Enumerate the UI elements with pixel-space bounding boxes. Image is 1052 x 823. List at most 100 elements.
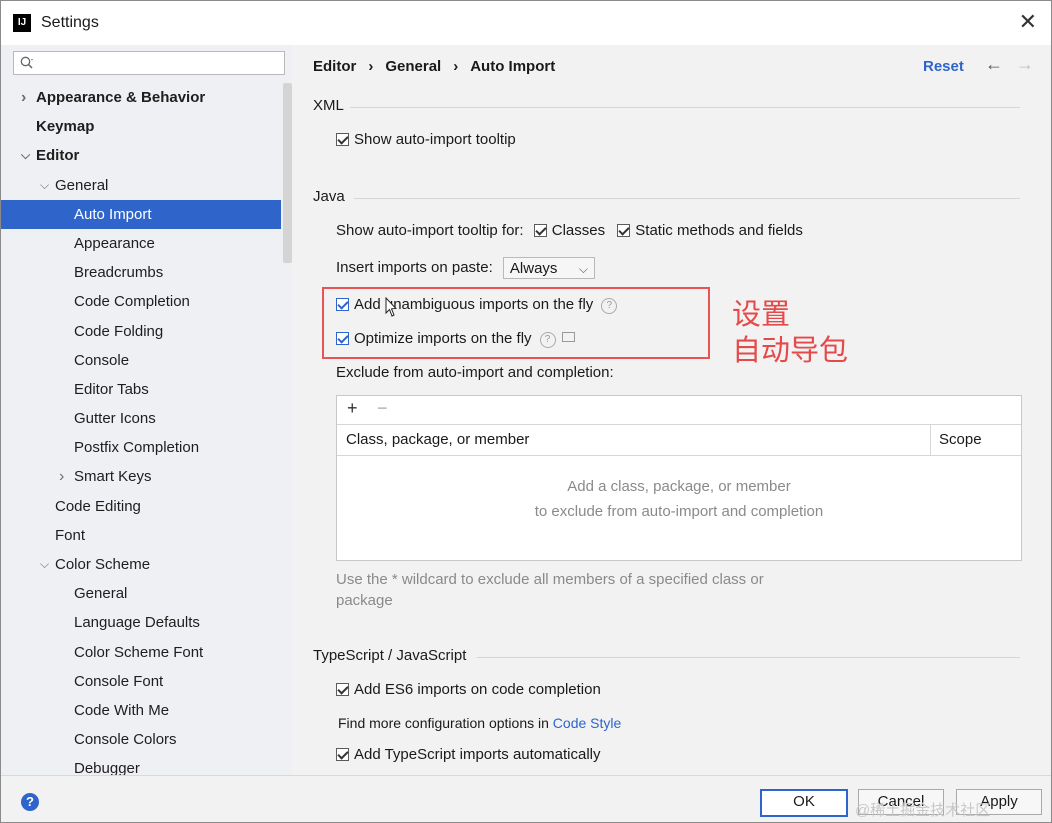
- section-title-xml: XML: [313, 97, 344, 114]
- breadcrumb-item: Editor: [313, 58, 357, 75]
- show-auto-import-tooltip-checkbox[interactable]: Show auto-import tooltip: [336, 131, 516, 148]
- chevron-down-icon: ⌵: [578, 262, 588, 276]
- sidebar-item-editor[interactable]: ⌵ Editor: [1, 141, 281, 170]
- sidebar-item-appearance-behavior[interactable]: › Appearance & Behavior: [1, 83, 281, 112]
- reset-link[interactable]: Reset: [923, 58, 964, 75]
- more-config-label: Find more configuration options in: [338, 715, 549, 731]
- sidebar-item-console-font[interactable]: Console Font: [1, 667, 281, 696]
- chevron-down-icon[interactable]: ⌵: [21, 141, 30, 170]
- sidebar-item-code-completion[interactable]: Code Completion: [1, 287, 281, 316]
- sidebar-item-general[interactable]: General: [1, 579, 281, 608]
- section-divider: [354, 198, 1020, 199]
- column-divider: [930, 425, 931, 455]
- back-arrow-icon[interactable]: ←: [985, 54, 1003, 75]
- sidebar-item-label: General: [74, 585, 128, 603]
- annotation-text: 设置 自动导包: [732, 297, 848, 369]
- sidebar-item-debugger[interactable]: Debugger: [1, 754, 281, 775]
- sidebar-item-label: Appearance & Behavior: [36, 89, 206, 106]
- sidebar-item-label: Color Scheme: [55, 556, 151, 573]
- sidebar-item-gutter-icons[interactable]: Gutter Icons: [1, 404, 281, 433]
- sidebar-item-console-colors[interactable]: Console Colors: [1, 725, 281, 754]
- settings-sidebar: › Appearance & Behavior Keymap ⌵ Editor ⌵ Gene…: [1, 45, 292, 775]
- tooltip-for-label: Show auto-import tooltip for:: [336, 222, 524, 239]
- sidebar-item-font[interactable]: Font: [1, 521, 281, 550]
- wildcard-hint: Use the * wildcard to exclude all member…: [336, 571, 764, 609]
- static-methods-checkbox[interactable]: [617, 224, 631, 237]
- table-toolbar: + −: [337, 396, 1021, 425]
- settings-content: Editor › General › Auto Import Reset ← → XML…: [292, 45, 1051, 775]
- sidebar-item-editor-tabs[interactable]: Editor Tabs: [1, 375, 281, 404]
- highlight-box: [322, 287, 710, 359]
- sidebar-item-code-folding[interactable]: Code Folding: [1, 317, 281, 346]
- checkbox-checked-icon[interactable]: [336, 683, 349, 696]
- insert-on-paste-label: Insert imports on paste:: [336, 258, 493, 276]
- chevron-down-icon[interactable]: ⌵: [40, 550, 49, 579]
- sidebar-item-appearance[interactable]: Appearance: [1, 229, 281, 258]
- close-icon[interactable]: ✕: [1019, 9, 1037, 35]
- sidebar-item-label: Font: [55, 526, 86, 544]
- sidebar-item-label: Console: [74, 351, 130, 369]
- empty-line-2: to exclude from auto-import and completi…: [534, 503, 824, 520]
- section-divider: [350, 107, 1020, 108]
- checkbox-checked-icon[interactable]: [336, 133, 349, 146]
- help-icon[interactable]: ?: [21, 793, 39, 811]
- sidebar-item-postfix-completion[interactable]: Postfix Completion: [1, 433, 281, 462]
- sidebar-scrollbar[interactable]: [283, 83, 292, 263]
- classes-label: Classes: [551, 222, 606, 239]
- settings-window: IJ Settings ✕ › Appearance & Behavior Keym…: [0, 0, 1052, 823]
- window-title: Settings: [41, 14, 99, 31]
- search-icon: [20, 56, 33, 69]
- sidebar-item-smart-keys[interactable]: › Smart Keys: [1, 462, 281, 491]
- checkbox-label: Add ES6 imports on code completion: [354, 681, 601, 698]
- sidebar-item-label: Debugger: [74, 760, 140, 775]
- sidebar-item-code-editing[interactable]: Code Editing: [1, 492, 281, 521]
- sidebar-item-label: Console Font: [74, 672, 164, 690]
- search-input[interactable]: [13, 51, 285, 75]
- table-header: Class, package, or member Scope: [337, 425, 1021, 456]
- chevron-right-icon[interactable]: ›: [59, 462, 64, 491]
- sidebar-item-label: Keymap: [36, 118, 95, 136]
- sidebar-item-color-scheme[interactable]: ⌵ Color Scheme: [1, 550, 281, 579]
- column-header-name[interactable]: Class, package, or member: [346, 425, 529, 455]
- annotation-line-1: 设置: [732, 299, 791, 331]
- sidebar-item-code-with-me[interactable]: Code With Me: [1, 696, 281, 725]
- checkbox-checked-icon[interactable]: [336, 748, 349, 761]
- insert-on-paste-row: Insert imports on paste: Always ⌵: [336, 257, 595, 279]
- sidebar-item-general[interactable]: ⌵ General: [1, 171, 281, 200]
- checkbox-label: Show auto-import tooltip: [354, 131, 516, 148]
- breadcrumb-item: Auto Import: [470, 58, 556, 75]
- insert-on-paste-select[interactable]: Always ⌵: [502, 257, 595, 279]
- sidebar-item-label: Smart Keys: [74, 468, 152, 486]
- classes-checkbox[interactable]: [533, 224, 547, 237]
- annotation-line-2: 自动导包: [732, 335, 849, 367]
- sidebar-item-label: Auto Import: [74, 205, 152, 223]
- sidebar-item-language-defaults[interactable]: Language Defaults: [1, 608, 281, 637]
- add-icon[interactable]: +: [347, 398, 358, 419]
- sidebar-item-keymap[interactable]: Keymap: [1, 112, 281, 141]
- mouse-cursor-icon: [385, 297, 397, 317]
- settings-tree: › Appearance & Behavior Keymap ⌵ Editor ⌵ Gene…: [1, 83, 281, 775]
- forward-arrow-icon[interactable]: →: [1016, 54, 1034, 75]
- section-title-typescript: TypeScript / JavaScript: [313, 647, 467, 664]
- add-es6-imports-checkbox[interactable]: Add ES6 imports on code completion: [336, 681, 601, 698]
- sidebar-item-color-scheme-font[interactable]: Color Scheme Font: [1, 638, 281, 667]
- code-style-link[interactable]: Code Style: [553, 715, 621, 731]
- add-typescript-imports-checkbox[interactable]: Add TypeScript imports automatically: [336, 746, 601, 763]
- static-methods-label: Static methods and fields: [635, 222, 803, 239]
- chevron-right-icon[interactable]: ›: [21, 83, 26, 112]
- sidebar-item-label: Gutter Icons: [74, 410, 156, 428]
- sidebar-item-label: Console Colors: [74, 731, 177, 749]
- sidebar-item-auto-import[interactable]: Auto Import: [1, 199, 281, 229]
- remove-icon[interactable]: −: [377, 398, 388, 419]
- sidebar-item-label: Color Scheme Font: [74, 643, 204, 661]
- checkbox-label: Add TypeScript imports automatically: [354, 746, 601, 763]
- sidebar-item-label: Editor: [36, 147, 80, 165]
- section-divider: [477, 657, 1020, 658]
- sidebar-item-label: General: [55, 176, 109, 194]
- ok-button[interactable]: OK: [760, 789, 848, 817]
- sidebar-item-console[interactable]: Console: [1, 346, 281, 375]
- column-header-scope[interactable]: Scope: [939, 425, 982, 455]
- chevron-down-icon[interactable]: ⌵: [40, 171, 49, 200]
- tooltip-for-row: Show auto-import tooltip for: Classes St…: [336, 222, 803, 239]
- sidebar-item-breadcrumbs[interactable]: Breadcrumbs: [1, 258, 281, 287]
